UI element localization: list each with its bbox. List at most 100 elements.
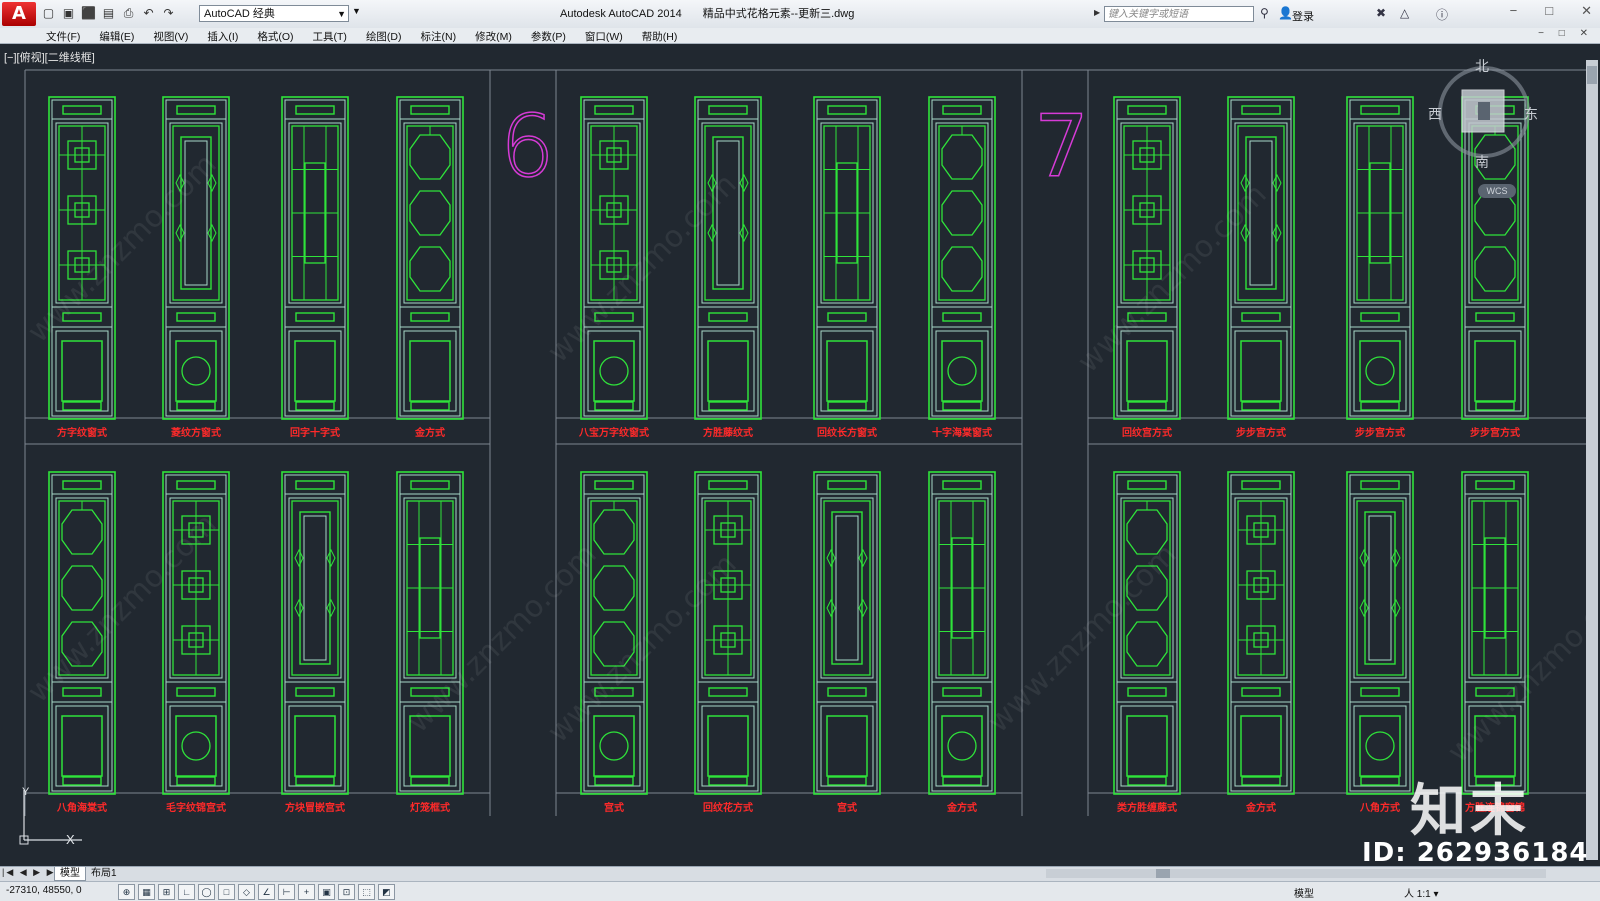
selection-cycling-icon[interactable]: ◩: [378, 884, 395, 900]
transparency-icon[interactable]: ⊡: [338, 884, 355, 900]
lineweight-icon[interactable]: ▣: [318, 884, 335, 900]
panel-label: 方块冒嵌宫式: [285, 801, 345, 814]
lattice-diamond: [294, 548, 304, 568]
menu-help[interactable]: 帮助(H): [642, 29, 678, 44]
3d-object-snap-icon[interactable]: ◇: [238, 884, 255, 900]
login-button[interactable]: 登录: [1292, 8, 1314, 24]
annotation-scale[interactable]: 人 1:1 ▾: [1404, 885, 1438, 900]
drawing-canvas[interactable]: 方字纹窗式 菱纹方窗式 回字十字式 金方式 八宝万字纹窗式 方胜藤纹式 回纹长方窗式 十字海棠…: [0, 44, 1586, 866]
dynamic-input-icon[interactable]: +: [298, 884, 315, 900]
lattice-diamond: [1359, 598, 1369, 618]
menu-file[interactable]: 文件(F): [46, 29, 80, 44]
viewport-controls-label[interactable]: [−][俯视][二维线框]: [4, 49, 95, 65]
redo-icon[interactable]: ↷: [160, 5, 177, 22]
exchange-icon[interactable]: ✖: [1376, 6, 1386, 20]
menu-parametric[interactable]: 参数(P): [531, 29, 566, 44]
print-icon[interactable]: ⎙: [120, 5, 137, 22]
save-icon[interactable]: ⬛: [80, 5, 97, 22]
undo-icon[interactable]: ↶: [140, 5, 157, 22]
object-snap-icon[interactable]: □: [218, 884, 235, 900]
sheet-border-lines: [24, 69, 1586, 816]
menu-insert[interactable]: 插入(I): [207, 29, 238, 44]
panel-label: 八角方式: [1359, 801, 1400, 814]
search-input[interactable]: 键入关键字或短语: [1104, 6, 1254, 22]
snap-mode-icon[interactable]: ▦: [138, 884, 155, 900]
lattice-panel: [928, 471, 996, 795]
menu-modify[interactable]: 修改(M): [475, 29, 512, 44]
tab-navigation-arrows[interactable]: |◀ ◀ ▶ ▶|: [2, 867, 60, 878]
lattice-diamond: [1391, 548, 1401, 568]
base-panel-border: [820, 330, 874, 412]
dynamic-ucs-icon[interactable]: ⊢: [278, 884, 295, 900]
bottom-rail-slot: [410, 776, 450, 786]
menu-edit[interactable]: 编辑(E): [99, 29, 134, 44]
polar-tracking-icon[interactable]: ◯: [198, 884, 215, 900]
workspace-select[interactable]: AutoCAD 经典 ▼: [199, 5, 349, 22]
search-expand-icon[interactable]: ▶: [1094, 8, 1100, 17]
panel-label: 类方胜缠藤式: [1117, 801, 1177, 814]
maximize-button[interactable]: □: [1545, 3, 1553, 19]
vertical-scrollbar[interactable]: [1586, 60, 1598, 860]
tab-layout1[interactable]: 布局1: [86, 867, 122, 880]
menu-view[interactable]: 视图(V): [153, 29, 188, 44]
toolbar-overflow-icon[interactable]: ▼: [352, 6, 361, 16]
open-file-icon[interactable]: ▣: [60, 5, 77, 22]
lattice-octagon: [1126, 621, 1168, 667]
document-window-controls[interactable]: − □ ✕: [1538, 28, 1594, 39]
binoculars-icon[interactable]: ⚲: [1260, 6, 1269, 20]
infer-constraints-icon[interactable]: ⊕: [118, 884, 135, 900]
minimize-button[interactable]: −: [1510, 3, 1518, 19]
save-as-icon[interactable]: ▤: [100, 5, 117, 22]
drafting-toggles: ⊕ ▦ ⊞ ∟ ◯ □ ◇ ∠ ⊢ + ▣ ⊡ ⬚ ◩: [118, 884, 395, 900]
new-file-icon[interactable]: ▢: [40, 5, 57, 22]
base-panel: [1474, 340, 1516, 402]
bottom-rail-slot: [295, 776, 335, 786]
watermark-text: www.znzmo.com www.znzmo.com www.znzmo.com w…: [21, 147, 1586, 770]
compass-north[interactable]: 北: [1475, 56, 1489, 76]
lattice-octagon: [61, 565, 103, 611]
wcs-menu-button[interactable]: WCS: [1478, 184, 1516, 198]
autodesk-icon[interactable]: △: [1400, 6, 1409, 20]
panel-inner-frame: [284, 474, 346, 792]
base-medallion: [181, 356, 211, 386]
object-snap-tracking-icon[interactable]: ∠: [258, 884, 275, 900]
base-panel: [61, 715, 103, 777]
bottom-rail-slot: [708, 401, 748, 411]
mid-rail-slot: [827, 687, 867, 697]
base-medallion: [599, 731, 629, 761]
tab-model[interactable]: 模型: [54, 867, 86, 881]
menu-dimension[interactable]: 标注(N): [421, 29, 457, 44]
compass-south[interactable]: 南: [1475, 152, 1489, 172]
help-icon[interactable]: ⓘ: [1436, 6, 1448, 23]
lattice-panel: [281, 471, 349, 795]
top-rail-slot: [295, 105, 335, 115]
horizontal-scrollbar[interactable]: [1046, 869, 1546, 878]
compass-east[interactable]: 东: [1524, 104, 1538, 124]
top-rail-slot: [1241, 105, 1281, 115]
application-menu-button[interactable]: A: [2, 2, 36, 26]
ortho-mode-icon[interactable]: ∟: [178, 884, 195, 900]
base-panel: [826, 715, 868, 777]
menu-window[interactable]: 窗口(W): [585, 29, 623, 44]
scroll-thumb[interactable]: [1587, 66, 1597, 84]
menu-draw[interactable]: 绘图(D): [366, 29, 402, 44]
lattice-diamond: [739, 173, 749, 193]
close-button[interactable]: ✕: [1581, 3, 1592, 19]
bottom-rail-slot: [1127, 776, 1167, 786]
mid-rail-slot: [1360, 687, 1400, 697]
model-space-button[interactable]: 模型: [1294, 885, 1314, 900]
compass-west[interactable]: 西: [1428, 104, 1442, 124]
mid-rail-slot: [942, 312, 982, 322]
top-rail-slot: [827, 105, 867, 115]
panel-label: 八宝万字纹窗式: [578, 426, 649, 439]
grid-display-icon[interactable]: ⊞: [158, 884, 175, 900]
quick-properties-icon[interactable]: ⬚: [358, 884, 375, 900]
lattice-inner: [823, 500, 871, 676]
base-medallion: [181, 731, 211, 761]
menu-tools[interactable]: 工具(T): [313, 29, 347, 44]
menu-format[interactable]: 格式(O): [257, 29, 293, 44]
app-name: Autodesk AutoCAD 2014: [560, 8, 682, 20]
top-rail-slot: [176, 105, 216, 115]
base-panel: [409, 340, 451, 402]
scroll-thumb[interactable]: [1156, 869, 1170, 878]
